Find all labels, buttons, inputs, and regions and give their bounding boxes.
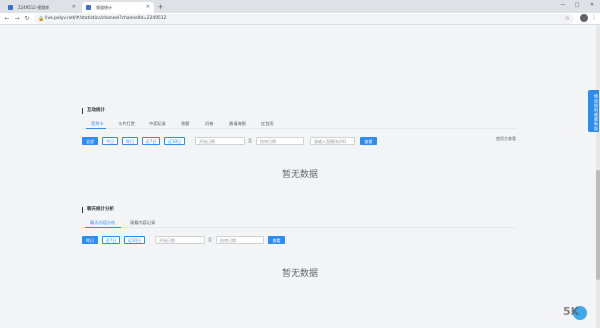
tab-title: 2249512-视频库 <box>18 5 50 10</box>
watermark-logo: 5K <box>563 305 587 320</box>
close-icon[interactable]: ✕ <box>72 2 76 13</box>
tab-favicon-icon <box>86 5 91 10</box>
lock-icon: 🔒 <box>38 16 45 22</box>
tab-sign-in[interactable]: 签到卡 <box>91 120 104 128</box>
url-input[interactable]: 🔒 live.polyv.net/#/statistics/channel?ch… <box>34 14 574 24</box>
new-version-float-button[interactable]: 使用保利威最新版 <box>588 90 599 132</box>
tab-prize-record[interactable]: 中奖纪录 <box>149 120 166 128</box>
date-yesterday-button[interactable]: 昨日 <box>82 236 98 244</box>
empty-state: 暂无数据 <box>281 269 318 279</box>
active-tab-indicator <box>86 128 106 129</box>
date-all-button[interactable]: 全部 <box>82 137 98 145</box>
start-date-input[interactable]: 开始日期 <box>195 137 245 145</box>
interaction-section-title: 互动统计 <box>82 108 105 114</box>
chat-tabs: 聊天内容分析 观看内容记录 <box>82 219 516 228</box>
back-arrow-icon[interactable]: ← <box>3 15 11 23</box>
date-today-button[interactable]: 今日 <box>102 137 118 145</box>
svg-text:5K: 5K <box>563 305 580 318</box>
browser-tab[interactable]: 2249512-视频库 ✕ <box>4 2 80 13</box>
query-button[interactable]: 查看 <box>268 236 285 244</box>
date-yesterday-button[interactable]: 昨日 <box>122 137 138 145</box>
close-icon[interactable]: ✕ <box>146 2 150 13</box>
tab-favicon-icon <box>8 5 13 10</box>
date-7days-button[interactable]: 近7日 <box>102 236 120 244</box>
browser-tabbar: 2249512-视频库 ✕ 频道统计 ✕ + — □ ✕ <box>0 0 600 13</box>
end-date-input[interactable]: 结束日期 <box>216 236 264 244</box>
scrollbar-thumb[interactable] <box>596 170 600 280</box>
address-bar: ← → ↻ 🔒 live.polyv.net/#/statistics/chan… <box>0 13 600 25</box>
url-text: live.polyv.net/#/statistics/channel?chan… <box>45 16 167 21</box>
tab-title: 频道统计 <box>96 5 112 10</box>
maximize-button[interactable]: □ <box>570 0 584 10</box>
date-30days-button[interactable]: 近30日 <box>164 137 185 145</box>
range-separator: 至 <box>248 138 252 143</box>
date-7days-button[interactable]: 近7日 <box>142 137 160 145</box>
star-icon[interactable]: ☆ <box>565 14 570 24</box>
tab-invite-poster[interactable]: 邀请海报 <box>229 120 246 128</box>
range-separator: 至 <box>208 237 212 242</box>
menu-kebab-icon[interactable]: ⋮ <box>591 13 597 23</box>
usage-hint[interactable]: 使用方查看 <box>496 135 516 143</box>
chat-section-title: 聊天统计分析 <box>82 207 114 213</box>
interaction-tabs: 签到卡 卡片打赏 中奖纪录 答题 问卷 邀请海报 红包雨 <box>82 120 516 129</box>
tab-red-packet[interactable]: 红包雨 <box>261 120 274 128</box>
start-date-input[interactable]: 开始日期 <box>155 236 205 244</box>
forward-arrow-icon[interactable]: → <box>13 15 21 23</box>
tab-view-record[interactable]: 观看内容记录 <box>130 219 155 227</box>
new-tab-button[interactable]: + <box>156 2 165 12</box>
reload-icon[interactable]: ↻ <box>23 15 31 23</box>
tab-questionnaire[interactable]: 问卷 <box>205 120 213 128</box>
end-date-input[interactable]: 结束日期 <box>256 137 304 145</box>
tab-chat-analysis[interactable]: 聊天内容分析 <box>90 219 115 227</box>
session-id-search-input[interactable]: 请输入直播场次ID <box>310 137 355 145</box>
tab-quiz[interactable]: 答题 <box>181 120 189 128</box>
tab-card-reward[interactable]: 卡片打赏 <box>118 120 135 128</box>
active-tab-indicator <box>85 227 121 228</box>
date-30days-button[interactable]: 近30日 <box>124 236 145 244</box>
empty-state: 暂无数据 <box>281 170 318 180</box>
query-button[interactable]: 查看 <box>360 137 377 145</box>
profile-avatar-icon[interactable] <box>580 14 588 22</box>
browser-tab-active[interactable]: 频道统计 ✕ <box>82 2 154 13</box>
minimize-button[interactable]: — <box>556 0 570 10</box>
close-window-button[interactable]: ✕ <box>585 0 599 10</box>
